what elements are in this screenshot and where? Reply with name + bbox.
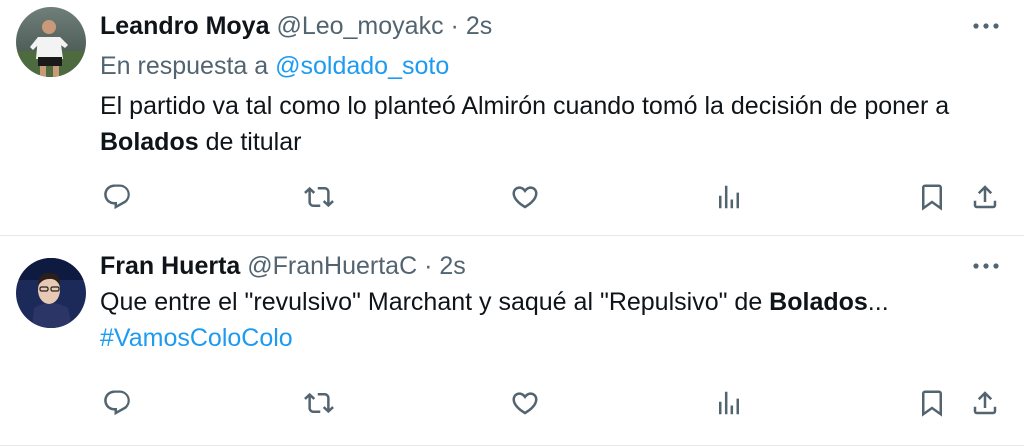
avatar[interactable]: [16, 258, 86, 328]
bookmark-icon: [922, 390, 942, 417]
tweet[interactable]: Leandro Moya @Leo_moyakc · 2s En respues…: [0, 0, 1024, 236]
tweet-actions: [100, 386, 1004, 420]
retweet-button[interactable]: [302, 180, 336, 214]
reply-icon: [104, 184, 130, 210]
share-icon: [973, 391, 997, 415]
tweet-text: Que entre el "revulsivo" Marchant y saqu…: [100, 284, 1004, 356]
bookmark-button[interactable]: [915, 180, 949, 214]
views-icon: [719, 391, 739, 415]
avatar[interactable]: [16, 7, 86, 77]
tweet[interactable]: Fran Huerta @FranHuertaC · 2s Que entre …: [0, 236, 1024, 446]
like-button[interactable]: [508, 386, 542, 420]
retweet-icon: [304, 392, 334, 414]
heart-icon: [512, 186, 538, 209]
tweet-header: Leandro Moya @Leo_moyakc · 2s: [100, 8, 1004, 44]
more-horizontal-icon[interactable]: [972, 18, 1000, 29]
tweet-actions: [100, 180, 1004, 214]
retweet-button[interactable]: [302, 386, 336, 420]
views-button[interactable]: [712, 180, 746, 214]
share-button[interactable]: [968, 386, 1002, 420]
user-handle[interactable]: @FranHuertaC: [247, 252, 417, 280]
heart-icon: [512, 392, 538, 415]
timestamp[interactable]: 2s: [439, 252, 465, 280]
tweet-text: El partido va tal como lo planteó Almiró…: [100, 88, 1004, 160]
tweet-header: Fran Huerta @FranHuertaC · 2s: [100, 248, 1004, 284]
hashtag-link[interactable]: #VamosColoColo: [100, 320, 1004, 356]
share-icon: [973, 185, 997, 209]
views-icon: [719, 185, 739, 209]
reply-to-link[interactable]: @soldado_soto: [275, 52, 449, 80]
timestamp[interactable]: 2s: [466, 12, 492, 40]
retweet-icon: [304, 186, 334, 208]
separator: ·: [450, 12, 459, 40]
share-button[interactable]: [968, 180, 1002, 214]
reply-button[interactable]: [100, 180, 134, 214]
tweet-content: Fran Huerta @FranHuertaC · 2s Que entre …: [100, 248, 1004, 356]
reply-button[interactable]: [100, 386, 134, 420]
tweet-text-part: El partido va tal como lo planteó Almiró…: [100, 92, 950, 120]
separator: ·: [424, 252, 433, 280]
like-button[interactable]: [508, 180, 542, 214]
reply-prefix: En respuesta a: [100, 52, 269, 80]
tweet-text-bold: Bolados: [100, 128, 199, 156]
views-button[interactable]: [712, 386, 746, 420]
more-horizontal-icon[interactable]: [972, 258, 1000, 269]
user-handle[interactable]: @Leo_moyakc: [276, 12, 443, 40]
tweet-text-part: ...: [867, 288, 889, 316]
bookmark-icon: [922, 184, 942, 211]
reply-context: En respuesta a @soldado_soto: [100, 48, 1004, 84]
tweet-text-part: de titular: [198, 128, 302, 156]
bookmark-button[interactable]: [915, 386, 949, 420]
display-name[interactable]: Leandro Moya: [100, 12, 269, 40]
tweet-content: Leandro Moya @Leo_moyakc · 2s En respues…: [100, 8, 1004, 160]
tweet-text-part: Que entre el "revulsivo" Marchant y saqu…: [100, 288, 770, 316]
display-name[interactable]: Fran Huerta: [100, 252, 240, 280]
tweet-text-bold: Bolados: [769, 288, 868, 316]
reply-icon: [104, 390, 130, 416]
